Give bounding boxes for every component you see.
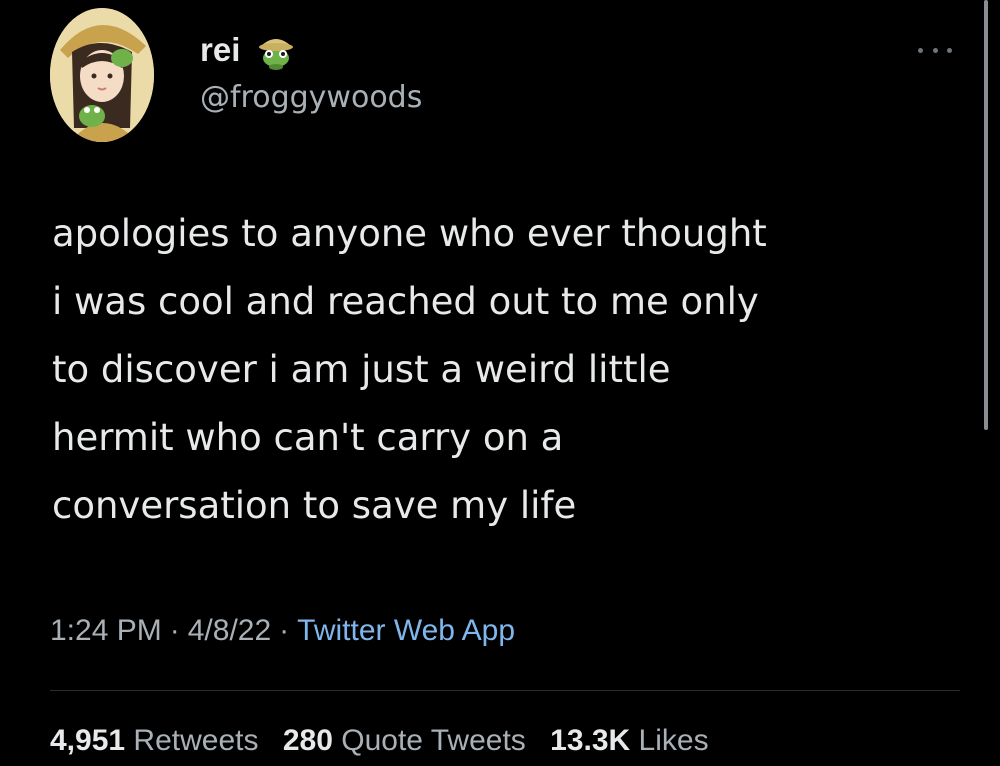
likes-stat[interactable]: 13.3K Likes [550,724,708,757]
dot-icon [947,47,952,53]
tweet-time[interactable]: 1:24 PM [50,614,162,647]
tweet-text-line: hermit who can't carry on a [52,416,564,459]
meta-separator: · [279,614,290,647]
tweet-meta: 1:24 PM · 4/8/22 · Twitter Web App [50,614,515,648]
frog-emoji-icon [259,39,294,70]
tweet-date[interactable]: 4/8/22 [188,614,271,647]
tweet-card: rei @froggywoods apologies to anyone who… [0,0,1000,766]
tweet-text-line: to discover i am just a weird little [52,348,671,391]
scrollbar[interactable] [984,0,988,430]
tweet-stats: 4,951 Retweets 280 Quote Tweets 13.3K Li… [50,724,725,758]
likes-label: Likes [638,724,709,757]
likes-count: 13.3K [550,724,631,757]
tweet-source-link[interactable]: Twitter Web App [297,614,515,647]
avatar-illustration-icon [50,8,154,142]
dot-icon [918,47,923,53]
user-handle[interactable]: @froggywoods [200,80,422,115]
retweets-count: 4,951 [50,724,126,757]
avatar[interactable] [50,8,154,142]
tweet-text-line: apologies to anyone who ever thought [52,212,767,255]
display-name[interactable]: rei [200,31,240,69]
tweet-text-line: conversation to save my life [52,484,577,527]
dot-icon [932,47,938,53]
meta-separator: · [169,614,180,647]
tweet-text-line: i was cool and reached out to me only [52,280,759,323]
quote-tweets-stat[interactable]: 280 Quote Tweets [283,724,526,757]
more-options-button[interactable] [918,42,952,58]
retweets-stat[interactable]: 4,951 Retweets [50,724,258,757]
quote-tweets-count: 280 [282,724,333,757]
quote-tweets-label: Quote Tweets [341,724,526,757]
retweets-label: Retweets [133,724,259,757]
display-name-row: rei [200,30,298,70]
divider [50,690,960,691]
tweet-text: apologies to anyone who ever thought i w… [52,200,952,540]
